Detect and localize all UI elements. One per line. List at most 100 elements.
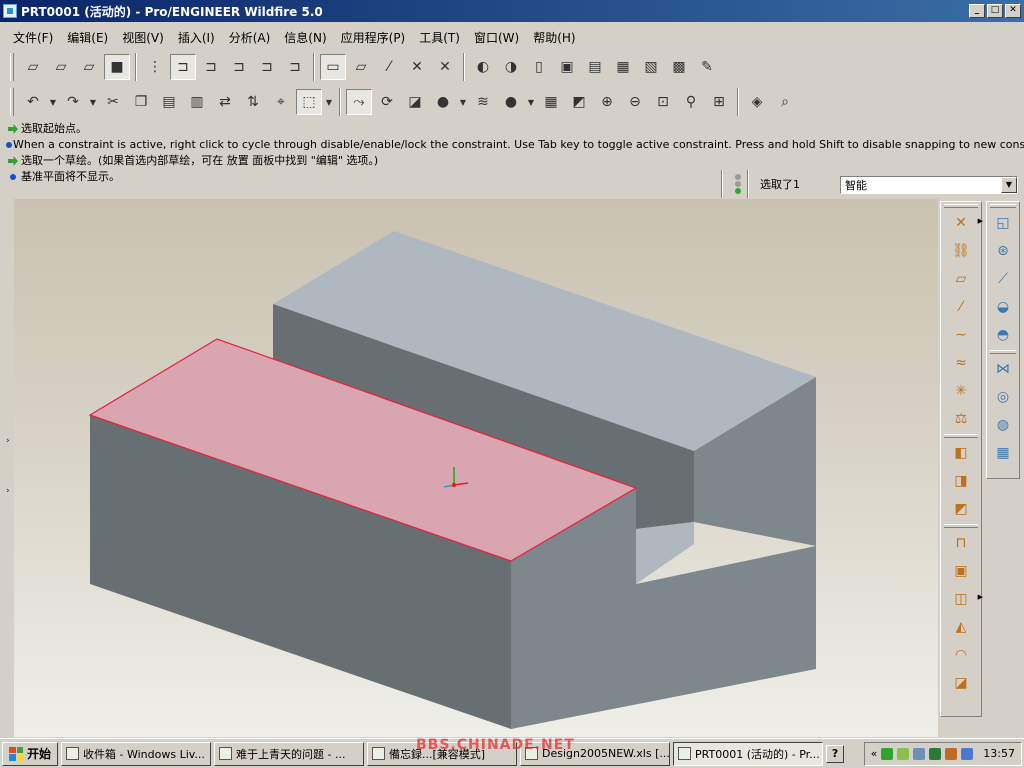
menu-window[interactable]: 窗口(W) xyxy=(467,27,526,48)
round-icon[interactable]: ◠ xyxy=(947,642,975,668)
show-grid-icon[interactable]: ⊐ xyxy=(226,54,252,80)
draft-icon[interactable]: ◭ xyxy=(947,614,975,640)
network-tray-icon[interactable] xyxy=(897,747,910,760)
orient-mode-icon[interactable]: ◪ xyxy=(402,89,428,115)
menu-info[interactable]: 信息(N) xyxy=(277,27,333,48)
pattern-icon[interactable]: ▦ xyxy=(989,440,1017,466)
wireframe-display-icon[interactable]: ▱ xyxy=(20,54,46,80)
datum-curve-icon[interactable]: ∼ xyxy=(947,322,975,348)
save-icon[interactable]: ▦ xyxy=(610,54,636,80)
minimize-button[interactable]: _ xyxy=(969,4,985,18)
context-help-icon[interactable]: ⌕ xyxy=(772,89,798,115)
merge-icon[interactable]: ◎ xyxy=(989,384,1017,410)
toolbar-grip[interactable] xyxy=(990,204,1016,208)
taskbar-button[interactable]: Design2005NEW.xls [... xyxy=(520,741,671,766)
datum-point-icon[interactable]: ✕ ▶ xyxy=(947,210,983,236)
chevron-right-icon[interactable]: › xyxy=(6,436,10,446)
datum-plane-icon[interactable]: ▱ xyxy=(947,266,975,292)
flyout-arrow-icon[interactable]: ▶ xyxy=(978,217,983,225)
blend-icon[interactable]: ◒ xyxy=(989,294,1017,320)
spin-center-toggle-icon[interactable]: ✕ xyxy=(432,54,458,80)
show-vertices-icon[interactable]: ⊐ xyxy=(254,54,280,80)
regenerate-icon[interactable]: ◑ xyxy=(498,54,524,80)
refit-icon[interactable]: ⊡ xyxy=(650,89,676,115)
toolbar-grip[interactable] xyxy=(10,88,14,116)
save-copy-icon[interactable]: ▧ xyxy=(638,54,664,80)
copy-icon[interactable]: ❐ xyxy=(128,89,154,115)
taskbar-button[interactable]: 備忘録...[兼容模式] xyxy=(367,741,518,766)
dropdown-arrow-icon[interactable]: ▼ xyxy=(526,89,536,115)
navigator-collapse-handle[interactable]: › › xyxy=(4,200,14,736)
dropdown-arrow-icon[interactable]: ▼ xyxy=(88,89,98,115)
maximize-button[interactable]: □ xyxy=(987,4,1003,18)
title-bar[interactable]: PRT0001 (活动的) - Pro/ENGINEER Wildfire 5.… xyxy=(0,0,1024,22)
menu-tools[interactable]: 工具(T) xyxy=(412,27,467,48)
shading-display-icon[interactable]: ■ xyxy=(104,54,130,80)
undo-icon[interactable]: ↶ xyxy=(20,89,46,115)
messenger-tray-icon[interactable] xyxy=(881,747,894,760)
revolve-tool-icon[interactable]: ⊛ xyxy=(989,238,1017,264)
toolbar-grip[interactable] xyxy=(10,53,14,81)
sketch-tool-icon[interactable]: ≈ xyxy=(947,350,975,376)
user-tray-icon[interactable] xyxy=(945,747,958,760)
taskbar-button[interactable]: 难于上青天的问题 - ... xyxy=(214,741,365,766)
datum-plane-toggle-icon[interactable]: ▭ xyxy=(320,54,346,80)
datum-chain-icon[interactable]: ⛓ xyxy=(947,238,975,264)
model-view[interactable] xyxy=(14,199,938,737)
menu-file[interactable]: 文件(F) xyxy=(6,27,60,48)
menu-insert[interactable]: 插入(I) xyxy=(171,27,222,48)
revolve-icon[interactable]: ◨ xyxy=(947,468,975,494)
taskbar-button[interactable]: 收件箱 - Windows Liv... xyxy=(61,741,212,766)
named-view-icon[interactable]: ⊞ xyxy=(706,89,732,115)
menu-view[interactable]: 视图(V) xyxy=(115,27,171,48)
send-mail-icon[interactable]: ✎ xyxy=(694,54,720,80)
security-shield-icon[interactable] xyxy=(929,747,942,760)
hole-icon[interactable]: ⊓ xyxy=(947,530,975,556)
volume-tray-icon[interactable] xyxy=(961,747,974,760)
show-sketch-icon[interactable]: ⊐ xyxy=(282,54,308,80)
shell-icon[interactable]: ▣ xyxy=(947,558,975,584)
datum-axis-icon[interactable]: ⁄ xyxy=(947,294,975,320)
browse-folder-icon[interactable]: ▤ xyxy=(582,54,608,80)
coord-sys-toggle-icon[interactable]: ✕ xyxy=(404,54,430,80)
zoom-in-icon[interactable]: ⊕ xyxy=(594,89,620,115)
view-manager-icon[interactable]: ⚲ xyxy=(678,89,704,115)
dropdown-arrow-icon[interactable]: ▼ xyxy=(458,89,468,115)
paste-icon[interactable]: ▤ xyxy=(156,89,182,115)
datum-axis-toggle-icon[interactable]: ▱ xyxy=(348,54,374,80)
tray-expand-icon[interactable]: « xyxy=(871,747,878,760)
chevron-down-icon[interactable]: ▼ xyxy=(1001,177,1017,193)
menu-applications[interactable]: 应用程序(P) xyxy=(334,27,413,48)
sweep-icon[interactable]: ◩ xyxy=(947,496,975,522)
model-tree-icon[interactable]: ⋮ xyxy=(142,54,168,80)
show-constraints-icon[interactable]: ⊐ xyxy=(198,54,224,80)
saved-views-icon[interactable]: ▦ xyxy=(538,89,564,115)
extrude-tool-icon[interactable]: ◱ xyxy=(989,210,1017,236)
chevron-right-icon[interactable]: › xyxy=(6,486,10,496)
no-hidden-display-icon[interactable]: ▱ xyxy=(76,54,102,80)
datum-point-toggle-icon[interactable]: ⁄ xyxy=(376,54,402,80)
extrude-icon[interactable]: ◧ xyxy=(947,440,975,466)
cut-icon[interactable]: ✂ xyxy=(100,89,126,115)
layers-icon[interactable]: ≋ xyxy=(470,89,496,115)
dropdown-arrow-icon[interactable]: ▼ xyxy=(48,89,58,115)
hidden-line-display-icon[interactable]: ▱ xyxy=(48,54,74,80)
menu-edit[interactable]: 编辑(E) xyxy=(60,27,115,48)
boundary-blend-icon[interactable]: ◓ xyxy=(989,322,1017,348)
redo-icon[interactable]: ↷ xyxy=(60,89,86,115)
toolbar-grip[interactable] xyxy=(944,204,978,208)
open-file-icon[interactable]: ▣ xyxy=(554,54,580,80)
close-button[interactable]: ✕ xyxy=(1005,4,1021,18)
analysis-feature-icon[interactable]: ⚖ xyxy=(947,406,975,432)
zoom-out-icon[interactable]: ⊖ xyxy=(622,89,648,115)
find-icon[interactable]: ⌖ xyxy=(268,89,294,115)
intersect-icon[interactable]: ◍ xyxy=(989,412,1017,438)
select-box-icon[interactable]: ⬚ xyxy=(296,89,322,115)
color-sphere-icon[interactable]: ● xyxy=(498,89,524,115)
reorient-icon[interactable]: ◩ xyxy=(566,89,592,115)
menu-help[interactable]: 帮助(H) xyxy=(526,27,582,48)
appearance-icon[interactable]: ● xyxy=(430,89,456,115)
coordinate-system-icon[interactable]: ✳ xyxy=(947,378,975,404)
connect-icon[interactable]: ◈ xyxy=(744,89,770,115)
show-dimensions-icon[interactable]: ⊐ xyxy=(170,54,196,80)
